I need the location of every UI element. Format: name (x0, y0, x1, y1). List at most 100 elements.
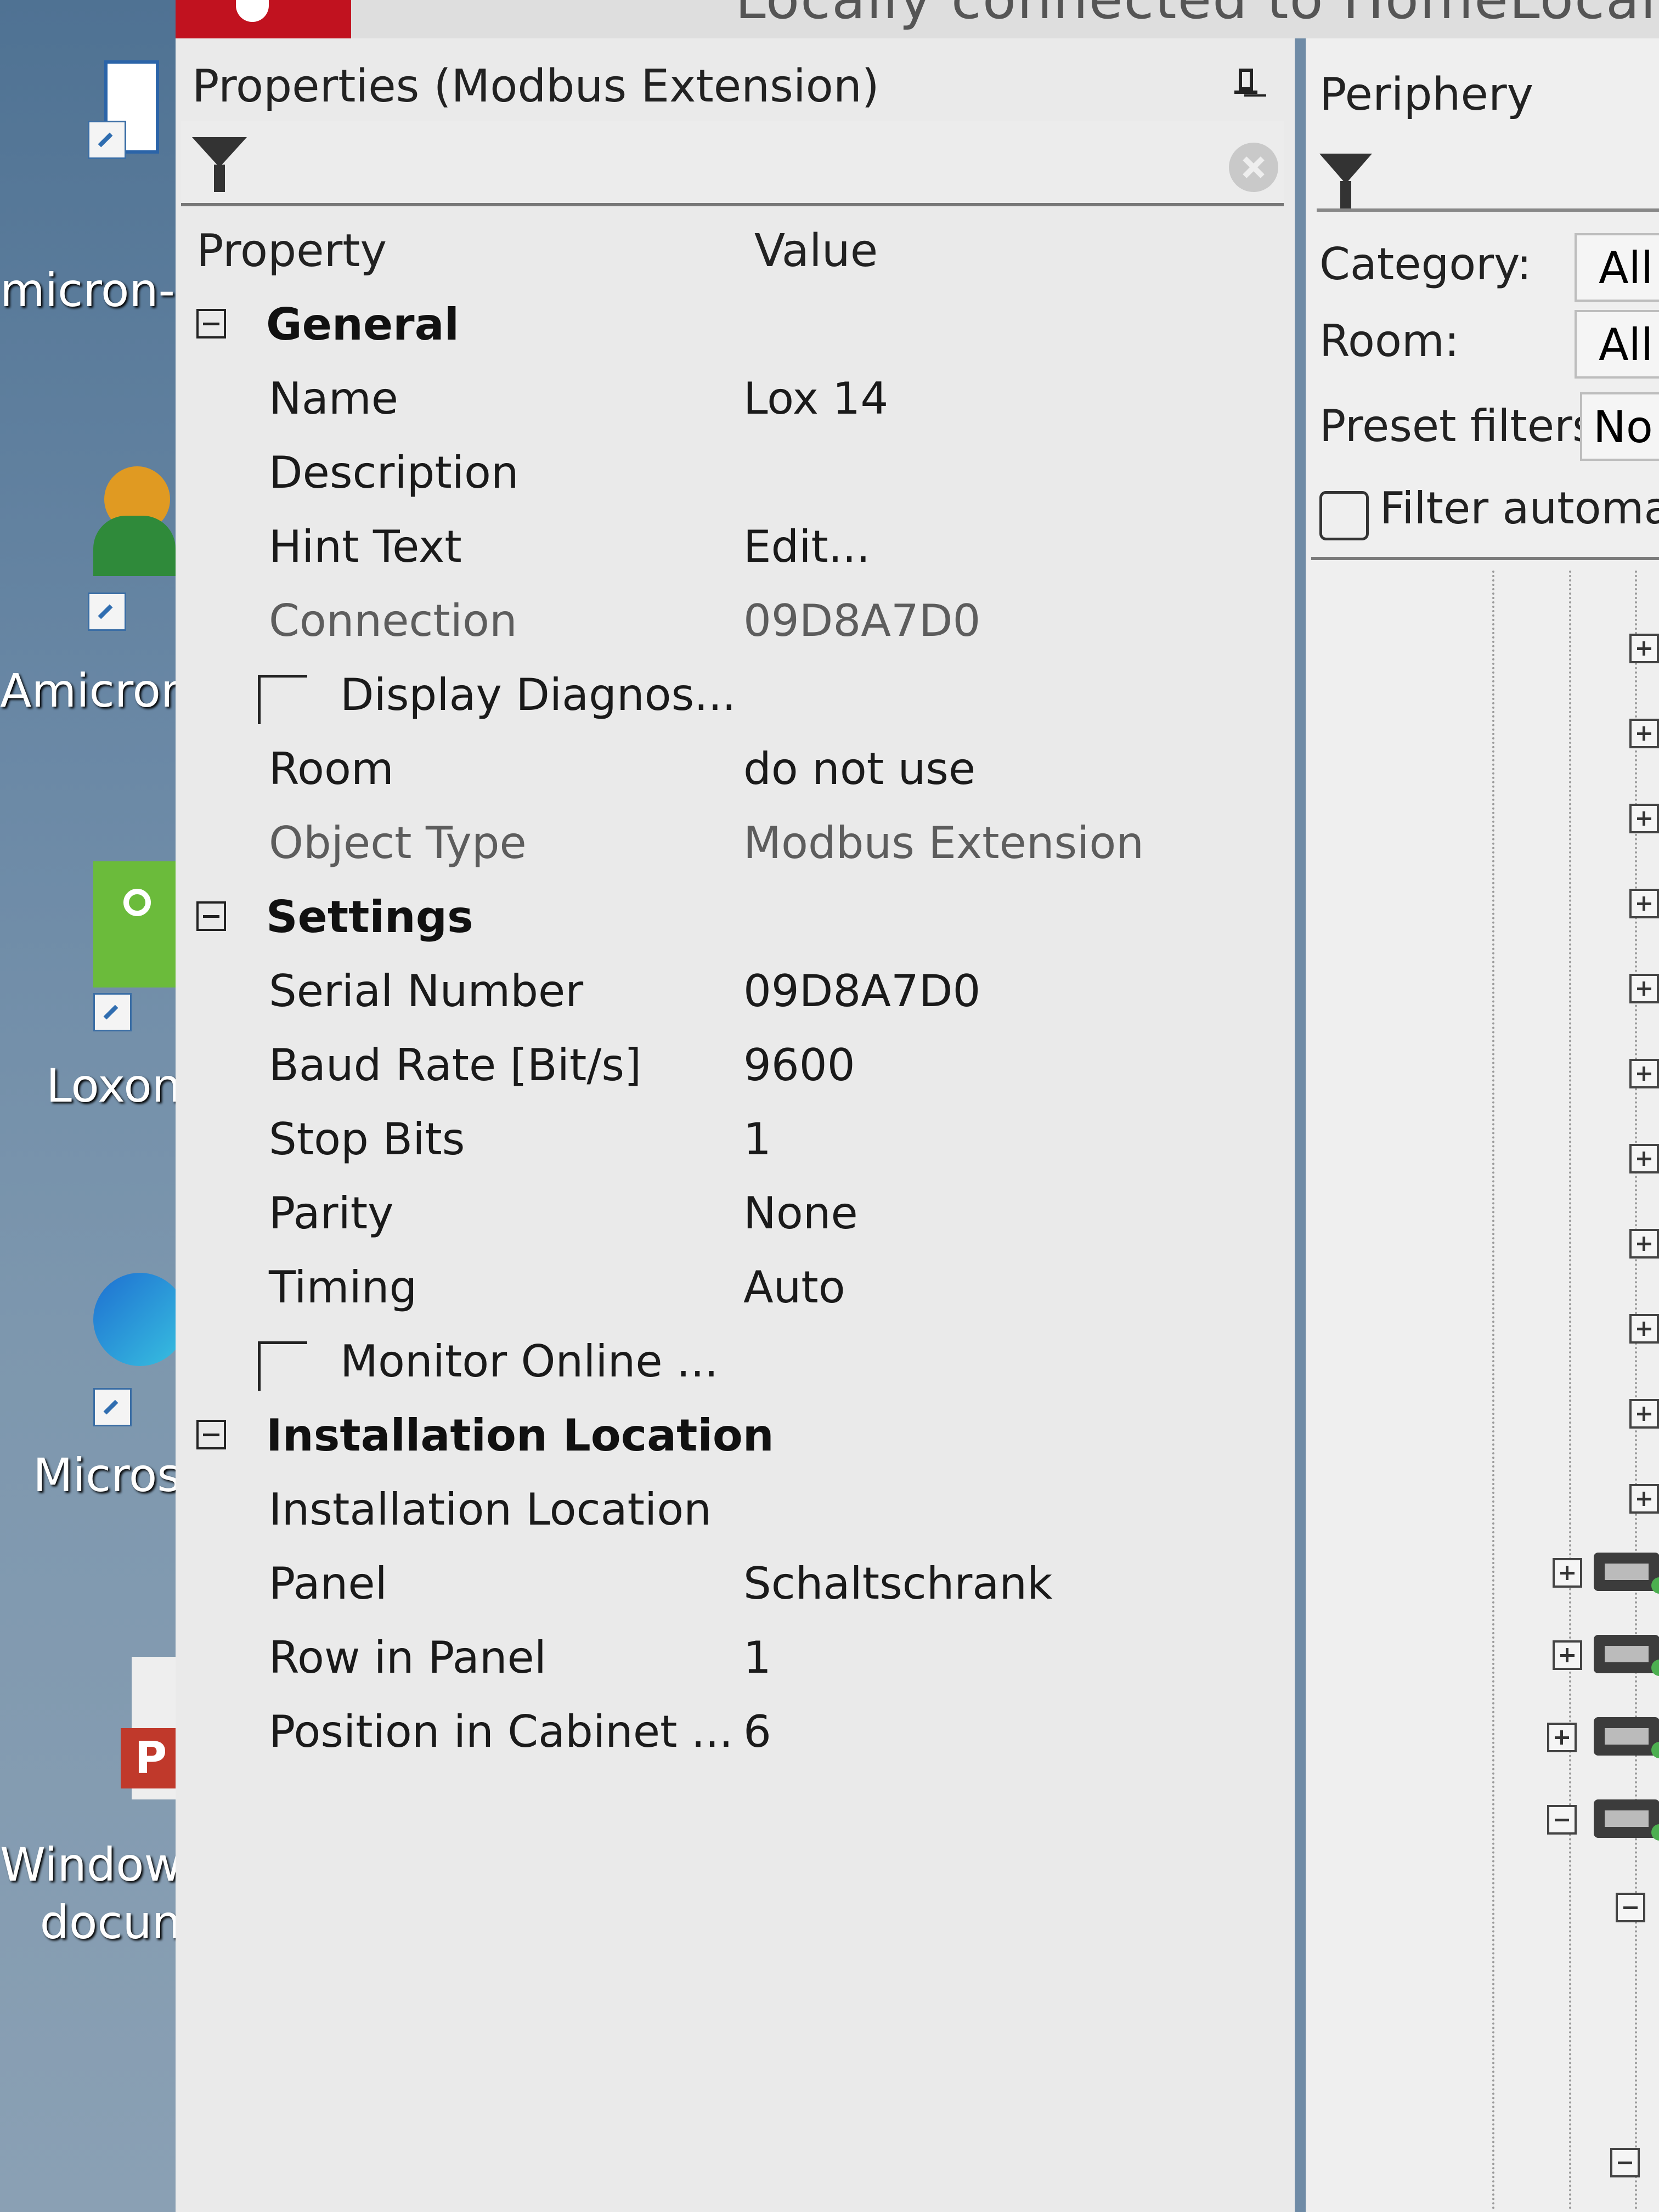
properties-filter-bar[interactable] (181, 121, 1284, 206)
property-row-panel[interactable]: Panel Schaltschrank (176, 1558, 1295, 1629)
pin-icon[interactable] (1234, 69, 1257, 107)
window-title: Locally connected to HomeLocalHome | Mo:… (735, 0, 1659, 31)
extension-device-icon[interactable] (1594, 1553, 1659, 1591)
property-row-position-in-cabinet[interactable]: Position in Cabinet ... 6 (176, 1706, 1295, 1778)
property-value[interactable]: 6 (743, 1706, 771, 1757)
expand-icon[interactable] (1629, 974, 1659, 1003)
category-installation-location[interactable]: Installation Location (176, 1410, 1295, 1481)
property-value[interactable]: 1 (743, 1632, 771, 1683)
property-label: Installation Location (269, 1484, 712, 1535)
property-value: Modbus Extension (743, 817, 1144, 868)
collapse-icon[interactable] (196, 901, 226, 931)
property-value[interactable]: Auto (743, 1262, 845, 1313)
property-row-display-diagnostics[interactable]: Display Diagnos... (176, 669, 1295, 741)
collapse-icon[interactable] (1547, 1805, 1577, 1835)
column-header-property[interactable]: Property (196, 225, 387, 277)
property-label: Parity (269, 1188, 394, 1239)
extension-device-icon[interactable] (1594, 1635, 1659, 1673)
property-label: Display Diagnos... (340, 669, 736, 720)
property-row-serial-number[interactable]: Serial Number 09D8A7D0 (176, 966, 1295, 1037)
modbus-device-icon[interactable] (1594, 1799, 1659, 1838)
property-label: Connection (269, 595, 517, 646)
category-general[interactable]: General (176, 299, 1295, 370)
properties-title: Properties (Modbus Extension) (192, 60, 879, 112)
expand-icon[interactable] (1629, 634, 1659, 663)
property-value[interactable]: Schaltschrank (743, 1558, 1052, 1609)
expand-icon[interactable] (1629, 1229, 1659, 1259)
expand-icon[interactable] (1629, 1059, 1659, 1088)
periphery-tree[interactable] (1492, 571, 1659, 2211)
expand-icon[interactable] (1629, 1314, 1659, 1344)
document-icon[interactable]: P (82, 1657, 181, 1799)
property-value[interactable]: None (743, 1188, 858, 1239)
property-label: Hint Text (269, 521, 462, 572)
property-label: Baud Rate [Bit/s] (269, 1040, 642, 1091)
column-header-value[interactable]: Value (754, 225, 878, 277)
property-row-description[interactable]: Description (176, 447, 1295, 518)
divider (1311, 557, 1659, 560)
property-value[interactable]: Lox 14 (743, 373, 888, 424)
property-row-monitor-online[interactable]: Monitor Online ... (176, 1336, 1295, 1407)
monitor-online-checkbox[interactable] (258, 1341, 307, 1391)
property-value[interactable]: 9600 (743, 1040, 855, 1091)
expand-icon[interactable] (1629, 719, 1659, 748)
properties-panel: Properties (Modbus Extension) Property V… (176, 38, 1295, 2212)
room-label: Room: (1319, 315, 1459, 366)
property-value: 09D8A7D0 (743, 595, 981, 646)
property-row-room[interactable]: Room do not use (176, 743, 1295, 815)
app-logo-icon[interactable] (176, 0, 351, 41)
collapse-icon[interactable] (196, 309, 226, 338)
edit-hint-link[interactable]: Edit... (743, 521, 870, 572)
periphery-title: Periphery (1319, 69, 1534, 121)
filter-icon[interactable] (192, 137, 247, 192)
divider (1317, 208, 1659, 212)
expand-icon[interactable] (1629, 1484, 1659, 1514)
property-label: Stop Bits (269, 1114, 465, 1165)
property-row-installation-location[interactable]: Installation Location (176, 1484, 1295, 1555)
property-row-hint-text[interactable]: Hint Text Edit... (176, 521, 1295, 592)
category-label: General (266, 299, 459, 350)
display-diagnostics-checkbox[interactable] (258, 675, 307, 724)
property-label: Monitor Online ... (340, 1336, 719, 1387)
filter-icon[interactable] (1319, 154, 1372, 208)
property-value[interactable]: 09D8A7D0 (743, 966, 980, 1017)
property-row-parity[interactable]: Parity None (176, 1188, 1295, 1259)
collapse-icon[interactable] (1610, 2148, 1640, 2177)
loxone-icon[interactable] (82, 861, 181, 1031)
property-label: Room (269, 743, 394, 794)
property-row-baud-rate[interactable]: Baud Rate [Bit/s] 9600 (176, 1040, 1295, 1111)
property-row-timing[interactable]: Timing Auto (176, 1262, 1295, 1333)
expand-icon[interactable] (1553, 1640, 1582, 1670)
property-label: Panel (269, 1558, 387, 1609)
expand-icon[interactable] (1547, 1723, 1577, 1752)
expand-icon[interactable] (1629, 1399, 1659, 1429)
preset-filters-select[interactable]: No (1580, 392, 1659, 461)
desktop-label-micron: micron-l (0, 263, 181, 317)
microsoft-icon[interactable] (82, 1262, 187, 1426)
collapse-icon[interactable] (196, 1420, 226, 1449)
extension-device-icon[interactable] (1594, 1717, 1659, 1756)
expand-icon[interactable] (1629, 804, 1659, 833)
property-row-row-in-panel[interactable]: Row in Panel 1 (176, 1632, 1295, 1703)
room-select[interactable]: All (1575, 310, 1659, 379)
expand-icon[interactable] (1553, 1558, 1582, 1588)
clear-filter-icon[interactable] (1229, 143, 1278, 192)
micron-icon[interactable] (82, 60, 181, 159)
property-value[interactable]: 1 (743, 1114, 771, 1165)
property-label: Object Type (269, 817, 527, 868)
amicron-icon[interactable] (82, 466, 181, 631)
collapse-icon[interactable] (1616, 1893, 1645, 1922)
category-settings[interactable]: Settings (176, 891, 1295, 963)
property-row-name[interactable]: Name Lox 14 (176, 373, 1295, 444)
property-label: Serial Number (269, 966, 584, 1017)
property-value[interactable]: do not use (743, 743, 975, 794)
property-row-object-type[interactable]: Object Type Modbus Extension (176, 817, 1295, 889)
expand-icon[interactable] (1629, 1144, 1659, 1173)
expand-icon[interactable] (1629, 889, 1659, 918)
filter-automatic-label: Filter automa (1380, 483, 1659, 534)
property-row-stop-bits[interactable]: Stop Bits 1 (176, 1114, 1295, 1185)
property-label: Description (269, 447, 519, 498)
property-row-connection[interactable]: Connection 09D8A7D0 (176, 595, 1295, 667)
filter-automatic-checkbox[interactable] (1319, 491, 1369, 540)
category-select[interactable]: All (1575, 233, 1659, 302)
